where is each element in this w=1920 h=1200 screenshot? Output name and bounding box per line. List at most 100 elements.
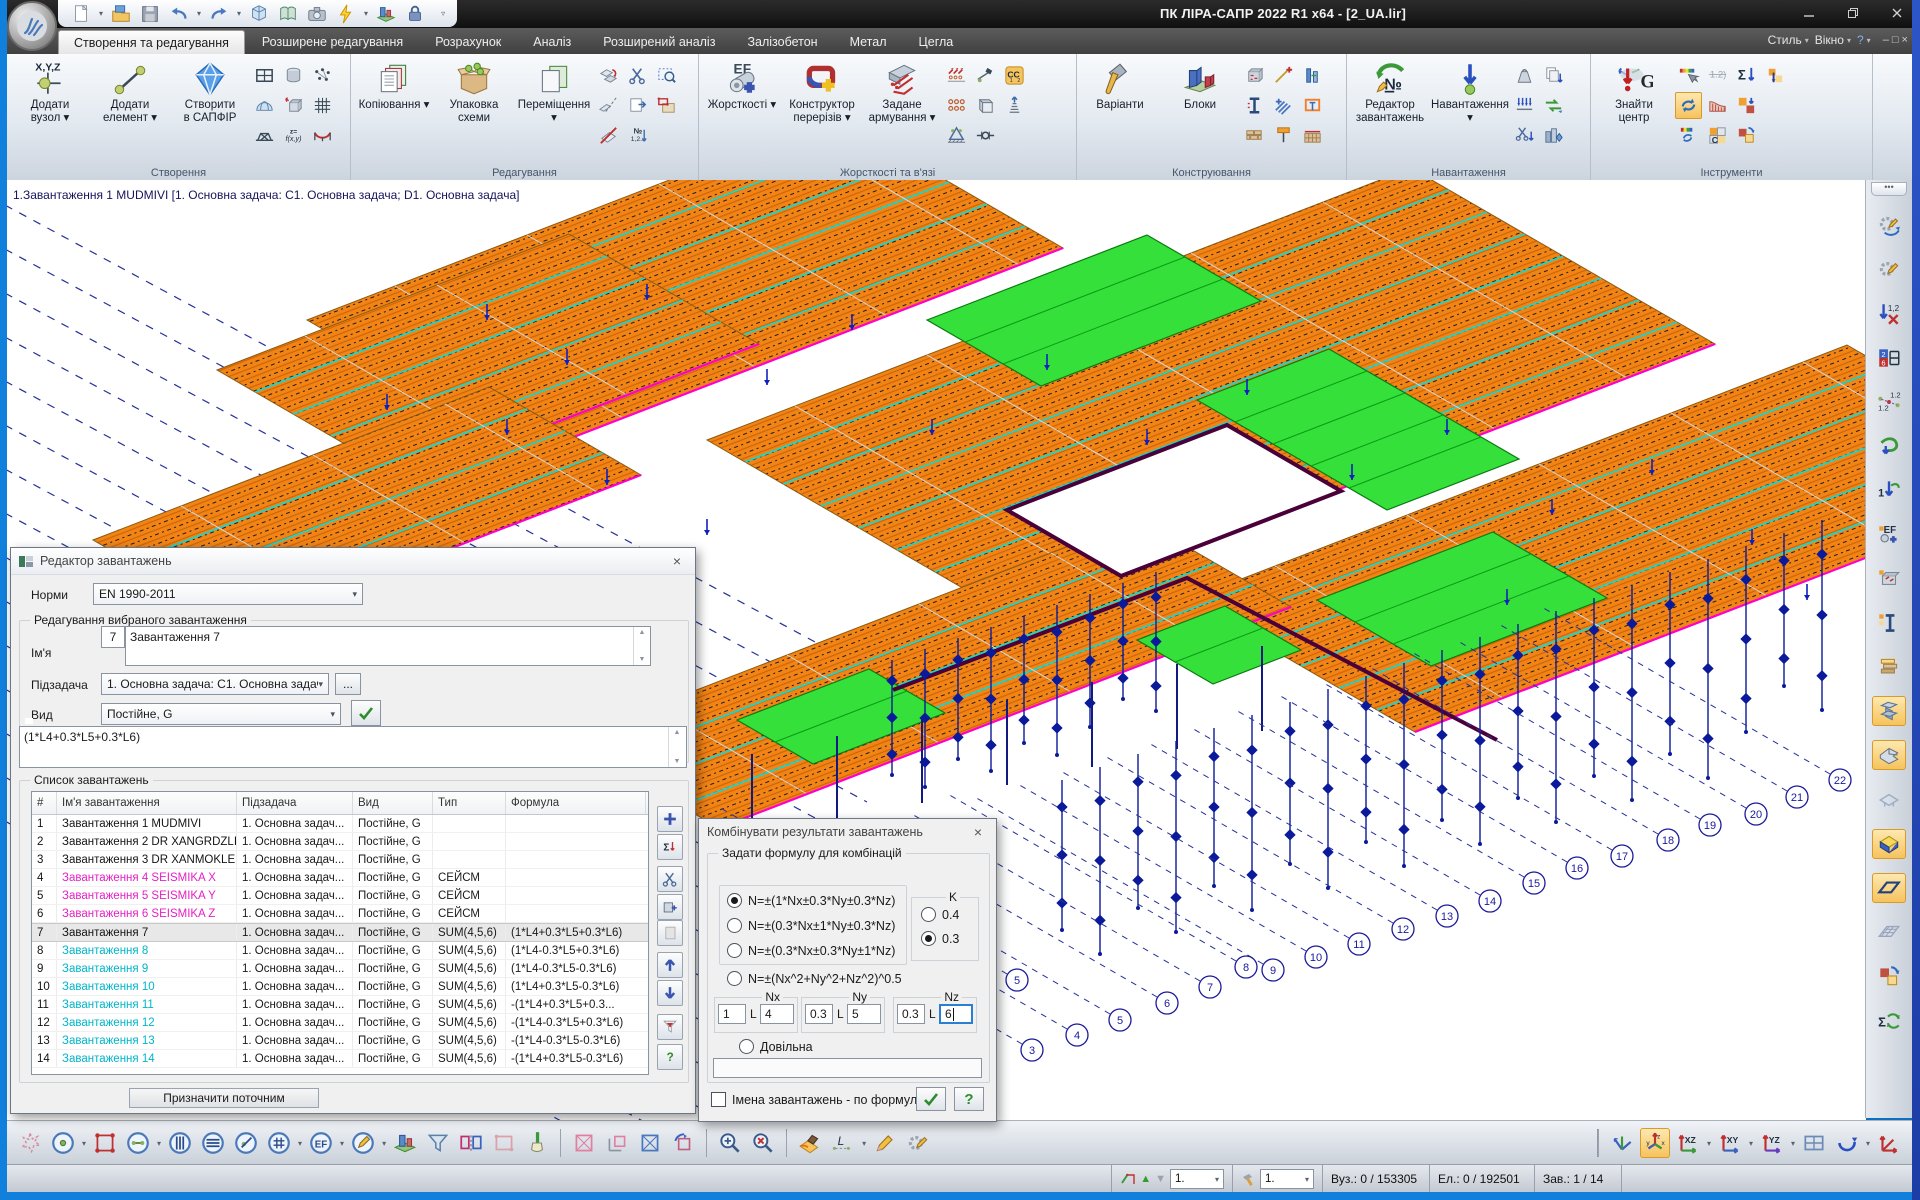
open-icon[interactable] [110,3,132,25]
close-icon[interactable]: × [667,553,687,569]
table-row[interactable]: 8Завантаження 81. Основна задач...Постій… [32,942,648,960]
sidebar-more-button[interactable]: ••• [1871,182,1907,196]
ribbon-small-refresh-orange[interactable] [1675,92,1702,119]
table-2-6-button[interactable]: 26 [1872,343,1906,373]
length-l-button[interactable]: L [828,1128,858,1158]
nz-coef-input[interactable]: 0.3 [897,1004,925,1024]
ribbon-small-dome[interactable] [251,92,278,119]
lock-icon[interactable] [404,3,426,25]
ribbon-small-strike-12[interactable]: 1.2) [1704,62,1731,89]
gear-pencil-button[interactable] [903,1128,933,1158]
rotate-view-button[interactable] [1832,1128,1862,1158]
ribbon-small-rotate-plates[interactable] [595,62,622,89]
name-spinner[interactable]: ▲▼ [633,627,650,665]
slab-ghost-button[interactable] [1872,785,1906,815]
ribbon-small-weight[interactable] [1511,62,1538,89]
ribbon-button-move-docs[interactable]: Переміщення ▾ [515,57,593,156]
apply-kind-button[interactable] [351,700,381,726]
close-icon[interactable]: × [968,824,988,840]
loads-table[interactable]: #Ім'я завантаженняПідзадачаВидТипФормула… [31,791,649,1075]
names-by-formula-checkbox[interactable]: Імена завантажень - по формулі [711,1092,920,1107]
free-formula-input[interactable] [713,1058,982,1078]
ribbon-small-frame[interactable] [251,62,278,89]
ribbon-small-swap-green[interactable] [1540,92,1567,119]
new-doc-icon[interactable] [70,3,92,25]
sel-axes-button[interactable] [602,1128,632,1158]
next-load-icon[interactable]: ▼ [1155,1173,1166,1185]
slash-circle-button[interactable] [231,1128,261,1158]
ef-circle-button[interactable]: EF [306,1128,336,1158]
grid-circle-button[interactable] [264,1128,294,1158]
camera-icon[interactable] [306,3,328,25]
load-name-input[interactable]: Завантаження 7 [125,626,651,666]
restore-button[interactable] [1844,4,1862,22]
ribbon-small-cube-move[interactable] [280,92,307,119]
bent-plate-button[interactable] [1872,740,1906,770]
load-number-cell[interactable]: 7 [101,626,125,648]
ribbon-small-add-diag[interactable] [1270,62,1297,89]
ribbon-small-spring-up[interactable] [1001,92,1028,119]
ribbon-small-add-lines[interactable] [1270,92,1297,119]
column-header[interactable]: Формула [506,792,646,814]
ribbon-small-colorbar-cursor[interactable] [1675,62,1702,89]
ribbon-button-load-arrow[interactable]: Навантаження ▾ [1431,57,1509,156]
combine-results-dialog[interactable]: Комбінувати результати завантажень × Зад… [698,818,997,1122]
table-row[interactable]: 1Завантаження 1 MUDMIVI1. Основна задач.… [32,815,648,833]
set-current-button[interactable]: Призначити поточним [129,1088,319,1108]
tab-8[interactable]: Цегла [904,30,969,53]
dropdown-caret-icon[interactable]: ▾ [862,1139,866,1148]
axes-xz-button[interactable]: XZ [1673,1128,1703,1158]
ibeam-marks-button[interactable] [1872,608,1906,638]
nodes-frame-button[interactable] [90,1128,120,1158]
dropdown-caret-icon[interactable]: ▾ [1791,1139,1795,1148]
pencil-circle-button[interactable] [348,1128,378,1158]
save-icon[interactable] [139,3,161,25]
ribbon-button-section[interactable]: Конструктор перерізів ▾ [783,57,861,156]
ribbon-small-cc12[interactable]: CC12 [1001,62,1028,89]
nx-coef-input[interactable]: 1 [718,1004,746,1024]
ribbon-small-blocks-refresh[interactable] [1733,122,1760,149]
link-circle-button[interactable] [123,1128,153,1158]
table-row[interactable]: 9Завантаження 91. Основна задач...Постій… [32,960,648,978]
vlines-circle-button[interactable] [165,1128,195,1158]
gear-rotate-button[interactable] [1872,210,1906,240]
k-option-0.4[interactable]: 0.4 [921,907,959,922]
hlines-circle-button[interactable] [198,1128,228,1158]
menu-window[interactable]: Вікно▾ [1815,33,1851,47]
frame-ghost-button[interactable] [489,1128,519,1158]
dropdown-caret-icon[interactable]: ▾ [1707,1139,1711,1148]
free-formula-option[interactable]: Довільна [739,1039,813,1054]
sigma-rotate-button[interactable]: Σ [1872,1006,1906,1036]
ribbon-small-scissors[interactable] [624,62,651,89]
brush-button[interactable] [522,1128,552,1158]
ribbon-small-building-diamond[interactable] [1540,122,1567,149]
ribbon-button-box-pack[interactable]: Упаковка схеми [435,57,513,156]
ribbon-small-concrete-cube[interactable] [1241,62,1268,89]
table-row[interactable]: 6Завантаження 6 SEISMIKA Z1. Основна зад… [32,905,648,923]
ribbon-small-numbering[interactable]: №1,2... [624,122,651,149]
ribbon-button-blocks[interactable]: Блоки [1161,57,1239,156]
model-cube-icon[interactable] [248,3,270,25]
ribbon-small-block-pin[interactable] [1762,62,1789,89]
ribbon-small-fxy[interactable]: z=f(x,y) [280,122,307,149]
axes-iso-button[interactable] [1607,1128,1637,1158]
ribbon-small-marker[interactable] [1270,122,1297,149]
books-icon[interactable] [375,3,397,25]
tab-5[interactable]: Розширений аналіз [588,30,730,53]
gear-pencil-button[interactable] [1872,254,1906,284]
ribbon-small-frame-orange[interactable] [1299,92,1326,119]
sel-cross-blue-button[interactable] [635,1128,665,1158]
node-circle-button[interactable] [48,1128,78,1158]
dropdown-caret-icon[interactable]: ▾ [99,9,103,18]
tab-2[interactable]: Розширене редагування [247,30,418,53]
redo-icon[interactable] [208,3,230,25]
ibeam-3d-button[interactable] [1872,696,1906,726]
frame-proj-button[interactable] [1799,1128,1829,1158]
table-header[interactable]: #Ім'я завантаженняПідзадачаВидТипФормула [32,792,648,815]
parallelogram-button[interactable] [1872,873,1906,903]
column-header[interactable]: Вид [353,792,433,814]
doc-button[interactable] [657,920,683,946]
grid-plate-button[interactable] [1872,917,1906,947]
dropdown-caret-icon[interactable]: ▾ [1749,1139,1753,1148]
axes-yz-button[interactable]: YZ [1757,1128,1787,1158]
